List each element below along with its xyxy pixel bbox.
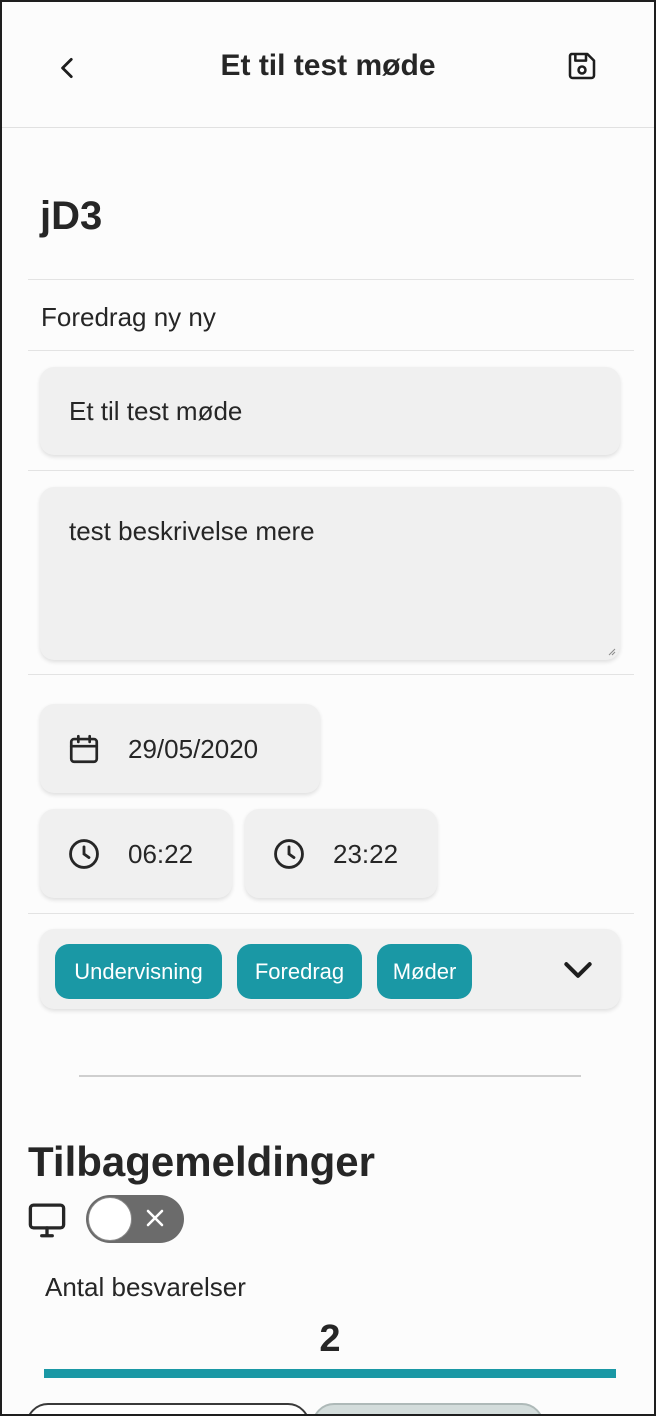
screen-toggle[interactable] (86, 1195, 184, 1243)
app-screen: Et til test møde jD3 Foredrag ny ny Et t… (0, 0, 656, 1416)
divider (28, 279, 634, 280)
tags-select[interactable]: Undervisning Foredrag Møder (40, 929, 620, 1009)
chevron-left-icon (61, 57, 73, 79)
tag-chip-undervisning[interactable]: Undervisning (55, 944, 222, 999)
date-value: 29/05/2020 (128, 734, 259, 764)
toggle-knob (88, 1197, 132, 1241)
feedback-option-button-secondary[interactable] (312, 1403, 544, 1414)
page-title: Et til test møde (220, 49, 436, 82)
save-button[interactable] (560, 44, 604, 88)
divider (28, 674, 634, 675)
responses-progress-fill (44, 1369, 616, 1378)
start-time-picker[interactable]: 06:22 (40, 809, 232, 898)
section-separator (79, 1075, 581, 1077)
meeting-code: jD3 (40, 194, 103, 238)
end-time-value: 23:22 (333, 839, 399, 869)
clock-icon (274, 839, 304, 869)
floppy-disk-icon (568, 52, 596, 80)
tag-chip-foredrag[interactable]: Foredrag (237, 944, 362, 999)
responses-count: 2 (319, 1318, 341, 1360)
divider (28, 913, 634, 914)
tag-chip-moder[interactable]: Møder (377, 944, 472, 999)
back-button[interactable] (46, 46, 90, 90)
clock-icon (69, 839, 99, 869)
calendar-icon (69, 734, 99, 764)
resize-handle-icon[interactable] (608, 648, 616, 656)
divider (28, 350, 634, 351)
close-icon (146, 1209, 164, 1227)
divider (28, 470, 634, 471)
start-time-value: 06:22 (128, 839, 194, 869)
responses-progress-bar (44, 1369, 616, 1378)
end-time-picker[interactable]: 23:22 (245, 809, 437, 898)
date-picker[interactable]: 29/05/2020 (40, 704, 320, 793)
feedback-option-button[interactable] (26, 1403, 310, 1414)
title-input[interactable]: Et til test møde (40, 367, 620, 455)
title-input-value: Et til test møde (69, 396, 243, 426)
responses-label: Antal besvarelser (45, 1272, 246, 1302)
chevron-down-icon[interactable] (558, 950, 598, 990)
meeting-type: Foredrag ny ny (41, 302, 216, 332)
monitor-icon (28, 1203, 66, 1238)
top-bar: Et til test møde (2, 2, 654, 128)
description-value: test beskrivelse mere (69, 516, 315, 546)
feedback-title: Tilbagemeldinger (28, 1138, 375, 1185)
description-textarea[interactable]: test beskrivelse mere (40, 487, 620, 660)
